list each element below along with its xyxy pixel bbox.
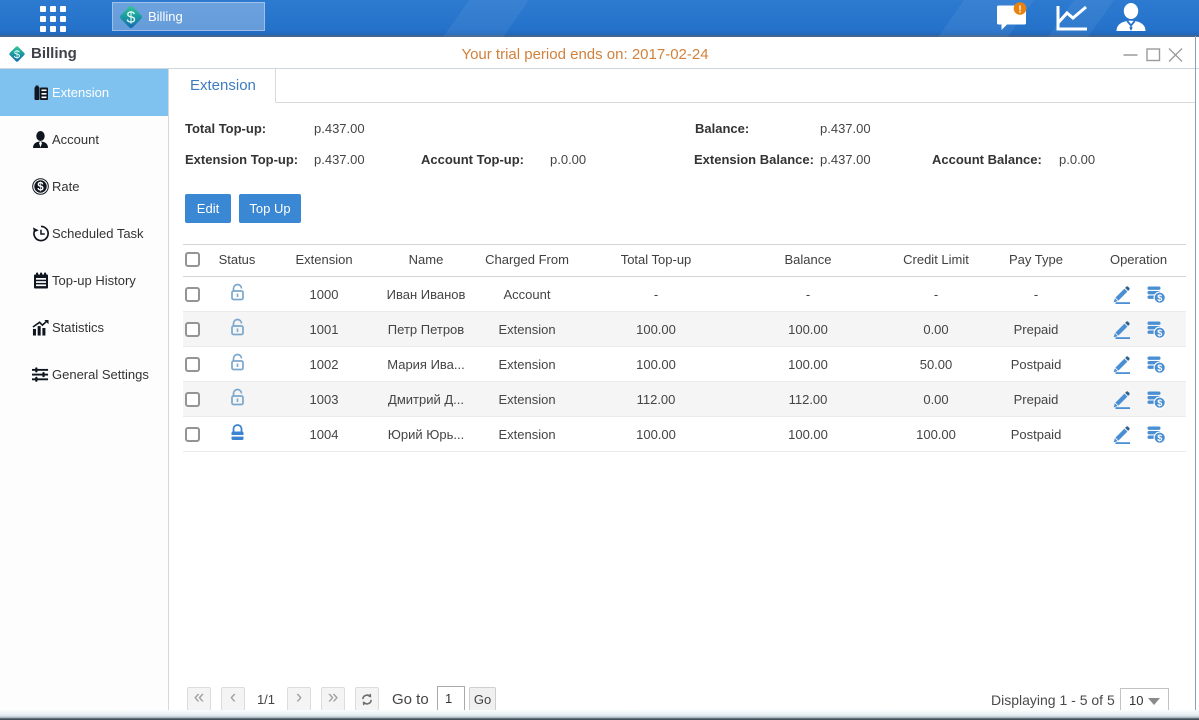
svg-text:$: $ <box>37 182 44 194</box>
svg-text:$: $ <box>1157 398 1162 408</box>
svg-text:$: $ <box>1157 363 1162 373</box>
svg-text:!: ! <box>1018 5 1021 16</box>
svg-text:$: $ <box>127 9 136 26</box>
svg-text:$: $ <box>1157 433 1162 443</box>
svg-text:$: $ <box>1157 293 1162 303</box>
svg-text:$: $ <box>1157 328 1162 338</box>
